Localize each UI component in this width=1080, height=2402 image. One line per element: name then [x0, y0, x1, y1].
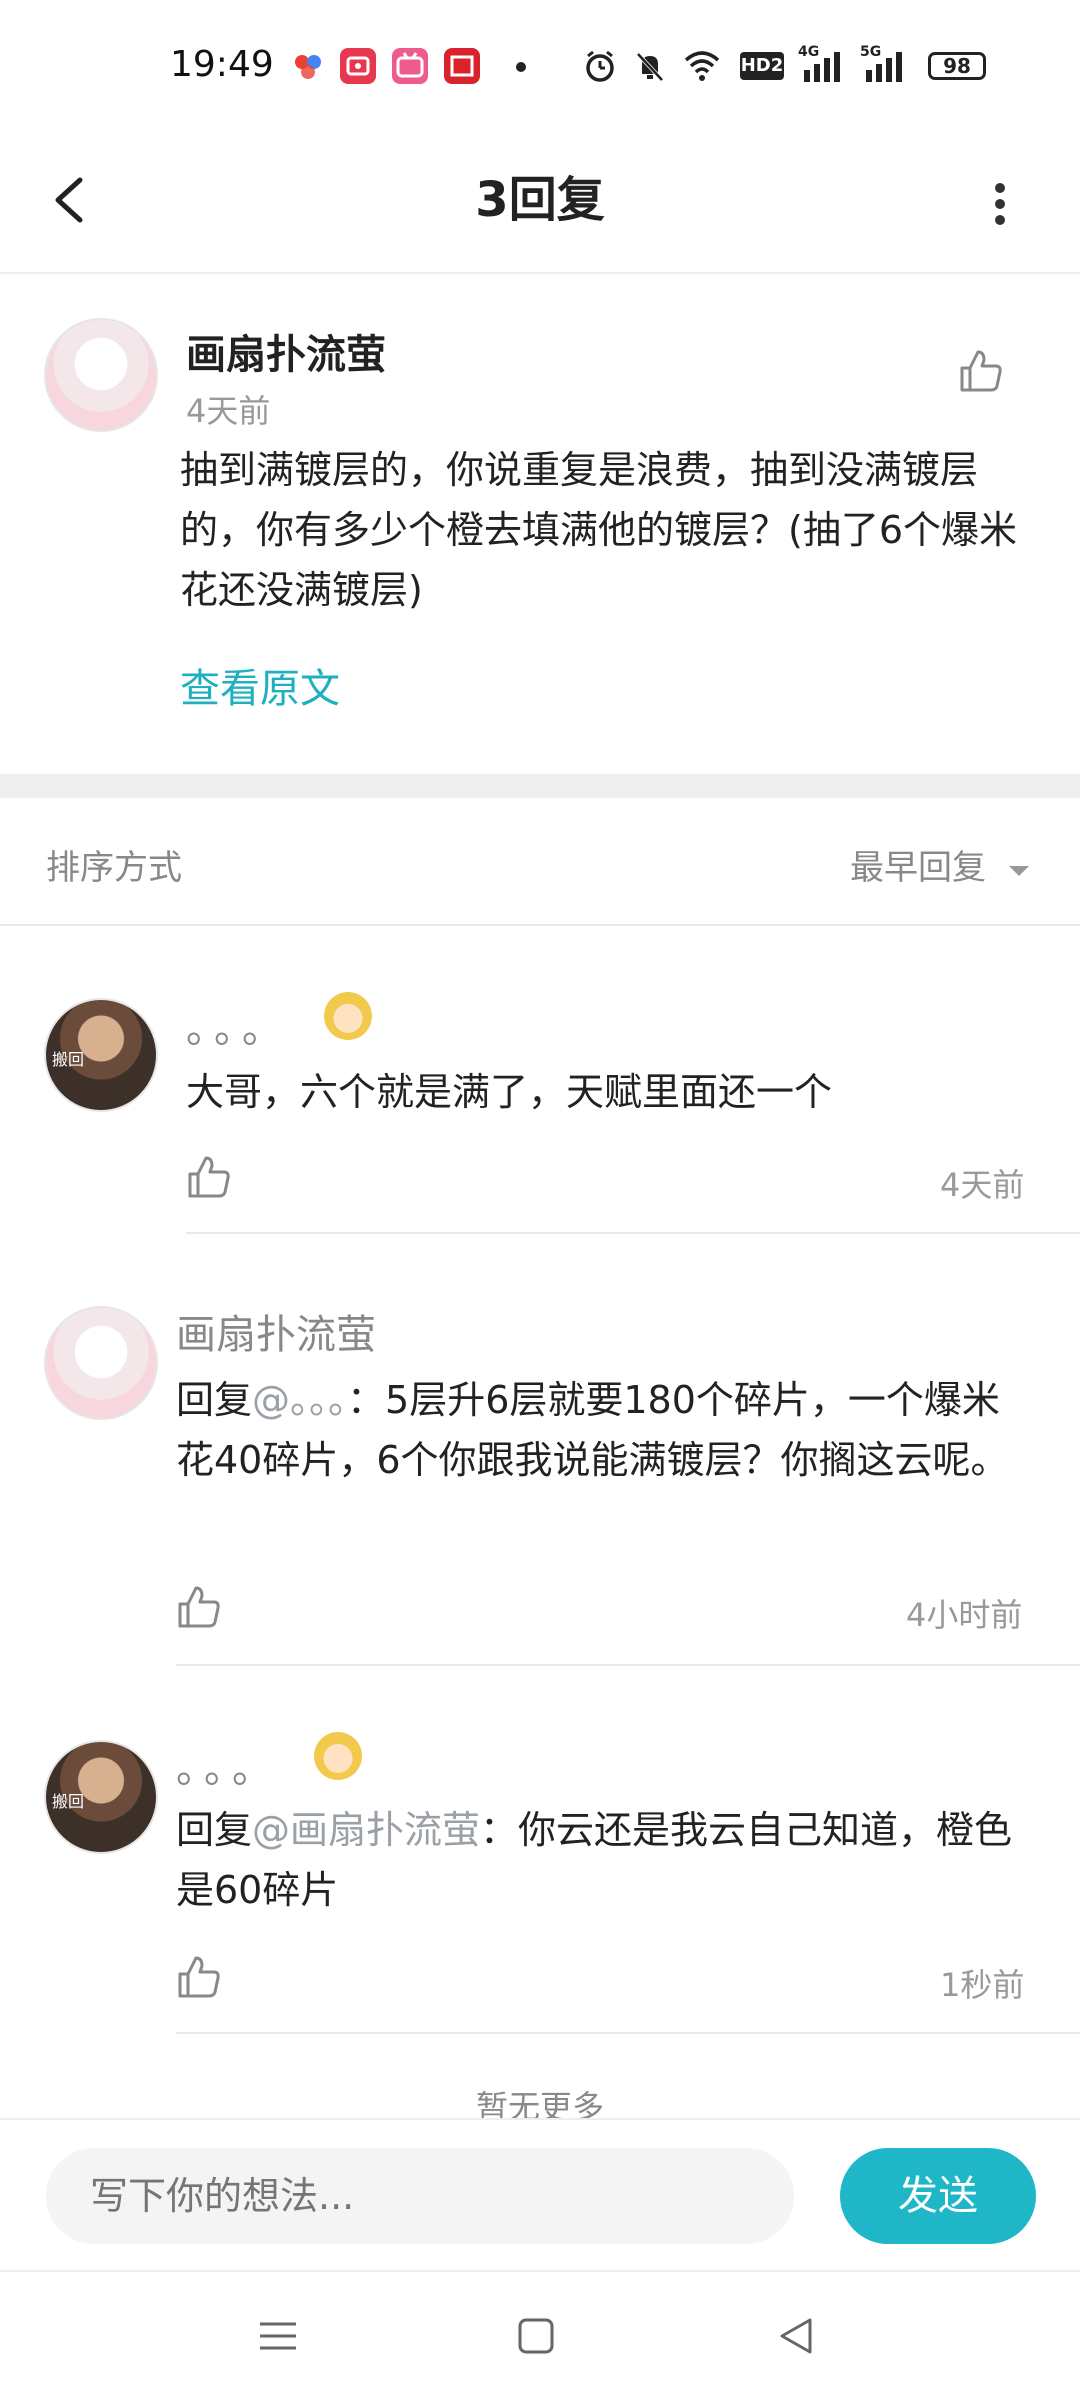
avatar[interactable]	[44, 318, 158, 432]
status-bar: 19:49 HD2 4G 5G 98	[0, 0, 1080, 130]
badge-icon	[314, 1732, 362, 1780]
reply-text: 回复@。。。：5层升6层就要180个碎片，一个爆米花40碎片，6个你跟我说能满镀…	[176, 1370, 1036, 1490]
video-app-icon	[340, 48, 376, 84]
notification-dot	[516, 62, 526, 72]
badge-icon	[324, 992, 372, 1040]
mute-icon	[632, 48, 668, 84]
hd-icon: HD2	[740, 52, 784, 80]
comment-input-bar: 发送	[0, 2118, 1080, 2270]
reply-time: 4天前	[940, 1166, 1025, 1204]
reply-text: 回复@画扇扑流萤：你云还是我云自己知道，橙色是60碎片	[176, 1800, 1036, 1920]
reply-time: 1秒前	[940, 1966, 1025, 2004]
net1-label: 4G	[798, 44, 820, 60]
original-username[interactable]: 画扇扑流萤	[186, 322, 386, 380]
signal-4g-icon: 4G	[798, 44, 846, 84]
avatar[interactable]	[44, 1306, 158, 1420]
like-icon[interactable]	[176, 1584, 222, 1630]
send-button[interactable]: 发送	[840, 2148, 1036, 2244]
menu-icon[interactable]	[254, 2312, 302, 2360]
original-time: 4天前	[186, 392, 271, 430]
like-icon[interactable]	[958, 348, 1004, 394]
view-original-link[interactable]: 查看原文	[180, 656, 340, 714]
reply-username[interactable]: 画扇扑流萤	[176, 1302, 376, 1360]
battery-level: 98	[943, 54, 971, 78]
status-time: 19:49	[170, 44, 274, 85]
home-icon[interactable]	[512, 2312, 560, 2360]
divider	[176, 1664, 1080, 1666]
baidu-app-icon	[290, 48, 326, 84]
divider	[176, 2032, 1080, 2034]
sort-label: 排序方式	[46, 848, 182, 888]
caret-down-icon	[1008, 865, 1029, 876]
sort-dropdown[interactable]: 最早回复	[850, 840, 1033, 889]
reply-username[interactable]: 。。。	[186, 996, 290, 1054]
sort-value: 最早回复	[850, 848, 986, 888]
mention-link[interactable]: @画扇扑流萤	[252, 1808, 480, 1852]
divider	[186, 1232, 1080, 1234]
reply-username[interactable]: 。。。	[176, 1736, 280, 1794]
wifi-icon	[682, 48, 722, 84]
reply-text: 大哥，六个就是满了，天赋里面还一个	[186, 1070, 833, 1114]
signal-5g-icon: 5G	[860, 44, 908, 84]
reply-time: 4小时前	[906, 1596, 1023, 1634]
avatar-overlay-text: 搬回	[52, 1050, 85, 1069]
mention-link[interactable]: @。。。	[252, 1378, 347, 1422]
header-bar: 3回复	[0, 130, 1080, 274]
zhihu-app-icon	[444, 48, 480, 84]
original-comment-text: 抽到满镀层的，你说重复是浪费，抽到没满镀层的，你有多少个橙去填满他的镀层？(抽了…	[180, 448, 1018, 612]
reply-prefix: 回复	[176, 1808, 253, 1852]
page-title: 3回复	[475, 172, 605, 228]
system-nav-bar	[0, 2270, 1080, 2402]
avatar-overlay-text: 搬回	[52, 1792, 85, 1811]
bilibili-app-icon	[392, 48, 428, 84]
reply-prefix: 回复	[176, 1378, 253, 1422]
section-separator	[0, 774, 1080, 798]
like-icon[interactable]	[176, 1954, 222, 2000]
net2-label: 5G	[860, 44, 882, 60]
battery-icon: 98	[928, 52, 986, 80]
comment-input[interactable]	[46, 2148, 794, 2244]
like-icon[interactable]	[186, 1154, 232, 1200]
avatar[interactable]: 搬回	[44, 998, 158, 1112]
back-nav-icon[interactable]	[772, 2312, 820, 2360]
alarm-icon	[582, 48, 618, 84]
divider	[0, 924, 1080, 926]
avatar[interactable]: 搬回	[44, 1740, 158, 1854]
more-options-button[interactable]	[980, 164, 1020, 244]
